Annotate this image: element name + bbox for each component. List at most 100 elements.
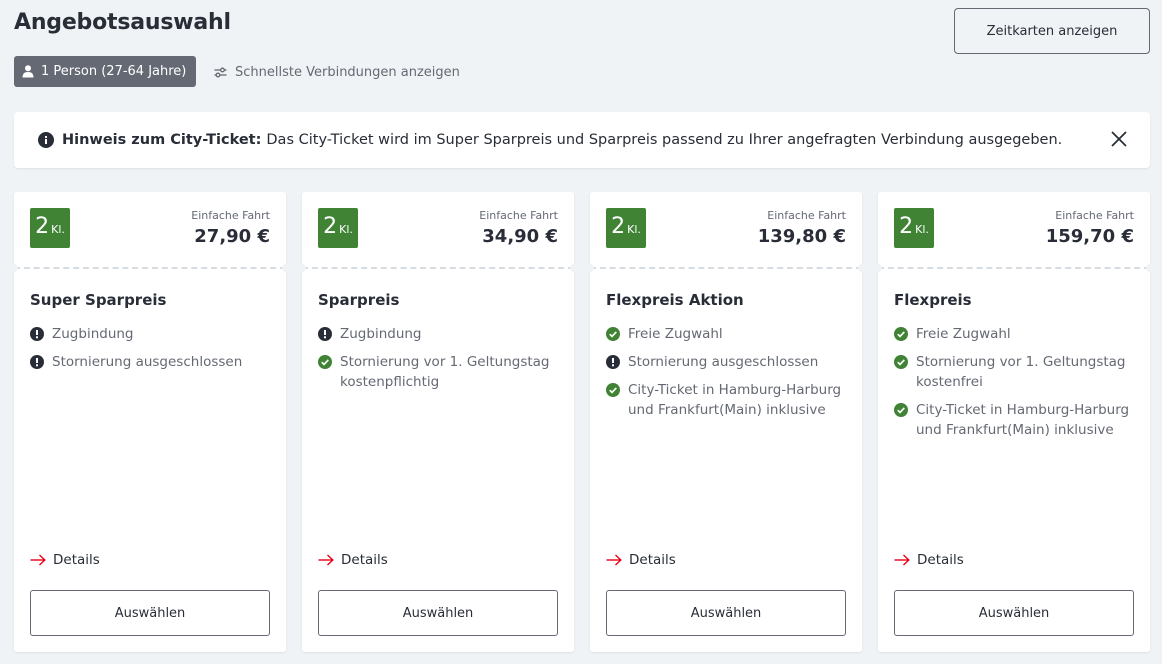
feature-text: Stornierung vor 1. Geltungstag kostenpfl… [340, 354, 550, 390]
feature-item: Stornierung ausgeschlossen [30, 352, 270, 372]
divider-notch [570, 264, 578, 272]
divider-notch [298, 264, 306, 272]
feature-list: Zugbindung Stornierung vor 1. Geltungsta… [318, 324, 558, 400]
arrow-right-icon [318, 554, 334, 566]
class-suffix: Kl. [915, 223, 929, 236]
exclamation-icon [30, 355, 44, 369]
select-offer-button[interactable]: Auswählen [606, 590, 846, 636]
feature-item: Zugbindung [30, 324, 270, 344]
arrow-right-icon [30, 554, 46, 566]
feature-item: City-Ticket in Hamburg-Harburg und Frank… [606, 380, 846, 420]
person-icon [22, 65, 34, 78]
exclamation-icon [606, 355, 620, 369]
class-number: 2 [35, 214, 50, 239]
details-link[interactable]: Details [30, 552, 100, 568]
feature-item: Stornierung vor 1. Geltungstag kostenfre… [894, 352, 1134, 392]
fare-type: Einfache Fahrt [767, 209, 846, 222]
offer-price: 139,80 € [757, 226, 846, 247]
offer-price: 159,70 € [1045, 226, 1134, 247]
check-icon [606, 383, 620, 397]
feature-text: Zugbindung [340, 326, 422, 342]
feature-text: Zugbindung [52, 326, 134, 342]
arrow-right-icon [894, 554, 910, 566]
notice-heading: Hinweis zum City-Ticket: [62, 132, 262, 148]
divider-notch [1146, 264, 1154, 272]
check-icon [318, 355, 332, 369]
class-suffix: Kl. [339, 223, 353, 236]
fare-type: Einfache Fahrt [479, 209, 558, 222]
class-number: 2 [899, 214, 914, 239]
details-link[interactable]: Details [894, 552, 964, 568]
offer-price: 27,90 € [194, 226, 270, 247]
details-label: Details [341, 552, 388, 568]
exclamation-icon [318, 327, 332, 341]
feature-text: City-Ticket in Hamburg-Harburg und Frank… [628, 382, 842, 418]
class-suffix: Kl. [51, 223, 65, 236]
fare-type: Einfache Fahrt [1055, 209, 1134, 222]
feature-item: City-Ticket in Hamburg-Harburg und Frank… [894, 400, 1134, 440]
feature-list: Freie Zugwahl Stornierung vor 1. Geltung… [894, 324, 1134, 448]
check-icon [606, 327, 620, 341]
fare-type: Einfache Fahrt [191, 209, 270, 222]
fastest-connections-toggle[interactable]: Schnellste Verbindungen anzeigen [214, 62, 460, 82]
card-divider [302, 267, 574, 269]
feature-item: Stornierung vor 1. Geltungstag kostenpfl… [318, 352, 558, 392]
feature-text: City-Ticket in Hamburg-Harburg und Frank… [916, 402, 1130, 438]
class-suffix: Kl. [627, 223, 641, 236]
class-badge: 2 Kl. [606, 208, 646, 248]
class-number: 2 [611, 214, 626, 239]
details-link[interactable]: Details [606, 552, 676, 568]
exclamation-icon [30, 327, 44, 341]
offer-card: 2 Kl. Einfache Fahrt 34,90 € Sparpreis Zu… [298, 192, 578, 652]
feature-item: Zugbindung [318, 324, 558, 344]
feature-text: Stornierung vor 1. Geltungstag kostenfre… [916, 354, 1126, 390]
info-icon [38, 132, 54, 148]
close-icon[interactable] [1110, 130, 1128, 148]
page-title: Angebotsauswahl [14, 10, 231, 35]
offer-title: Flexpreis [894, 291, 972, 309]
feature-text: Stornierung ausgeschlossen [628, 354, 819, 370]
class-badge: 2 Kl. [30, 208, 70, 248]
check-icon [894, 355, 908, 369]
offer-card: 2 Kl. Einfache Fahrt 27,90 € Super Sparpr… [10, 192, 290, 652]
feature-list: Freie Zugwahl Stornierung ausgeschlossen… [606, 324, 846, 428]
details-label: Details [629, 552, 676, 568]
offer-price: 34,90 € [482, 226, 558, 247]
class-badge: 2 Kl. [894, 208, 934, 248]
details-label: Details [917, 552, 964, 568]
card-divider [14, 267, 286, 269]
arrow-right-icon [606, 554, 622, 566]
check-icon [894, 327, 908, 341]
offer-card: 2 Kl. Einfache Fahrt 139,80 € Flexpreis A… [586, 192, 866, 652]
card-divider [590, 267, 862, 269]
class-number: 2 [323, 214, 338, 239]
fastest-label: Schnellste Verbindungen anzeigen [235, 64, 460, 80]
divider-notch [874, 264, 882, 272]
card-divider [878, 267, 1150, 269]
feature-item: Freie Zugwahl [606, 324, 846, 344]
divider-notch [586, 264, 594, 272]
divider-notch [858, 264, 866, 272]
city-ticket-notice: Hinweis zum City-Ticket: Das City-Ticket… [14, 112, 1150, 168]
zeitkarten-button[interactable]: Zeitkarten anzeigen [954, 8, 1150, 54]
passenger-selector[interactable]: 1 Person (27-64 Jahre) [14, 56, 197, 87]
select-offer-button[interactable]: Auswählen [894, 590, 1134, 636]
offer-title: Flexpreis Aktion [606, 291, 744, 309]
notice-text: Das City-Ticket wird im Super Sparpreis … [266, 132, 1063, 148]
feature-text: Stornierung ausgeschlossen [52, 354, 243, 370]
feature-text: Freie Zugwahl [628, 326, 723, 342]
divider-notch [10, 264, 18, 272]
select-offer-button[interactable]: Auswählen [318, 590, 558, 636]
feature-item: Freie Zugwahl [894, 324, 1134, 344]
class-badge: 2 Kl. [318, 208, 358, 248]
feature-item: Stornierung ausgeschlossen [606, 352, 846, 372]
passenger-label: 1 Person (27-64 Jahre) [41, 64, 187, 79]
divider-notch [282, 264, 290, 272]
check-icon [894, 403, 908, 417]
details-link[interactable]: Details [318, 552, 388, 568]
select-offer-button[interactable]: Auswählen [30, 590, 270, 636]
offer-card: 2 Kl. Einfache Fahrt 159,70 € Flexpreis F… [874, 192, 1154, 652]
sliders-icon [214, 67, 227, 77]
feature-text: Freie Zugwahl [916, 326, 1011, 342]
details-label: Details [53, 552, 100, 568]
